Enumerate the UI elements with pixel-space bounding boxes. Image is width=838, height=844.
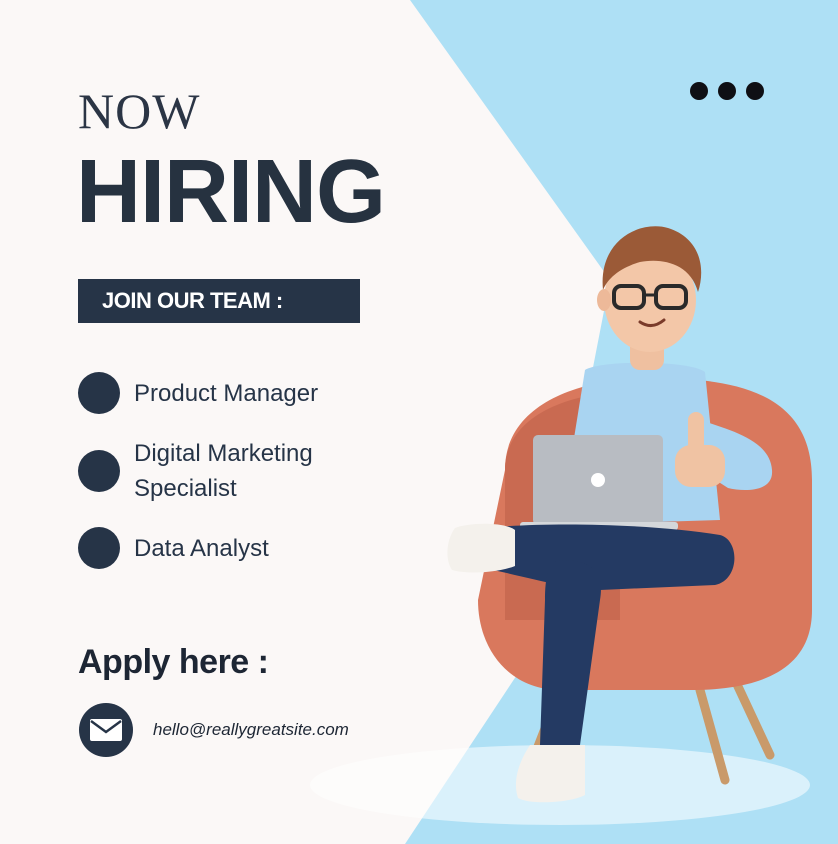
job-label: Digital Marketing Specialist <box>134 440 313 502</box>
dot <box>690 82 708 100</box>
bullet-circle-icon <box>78 527 120 569</box>
job-label: Data Analyst <box>134 534 269 562</box>
dot <box>718 82 736 100</box>
more-dots-icon[interactable] <box>690 82 764 100</box>
envelope-icon <box>79 703 133 757</box>
bullet-circle-icon <box>78 372 120 414</box>
headline-hiring: HIRING <box>76 142 386 242</box>
job-label: Product Manager <box>134 379 319 407</box>
job-item-data-analyst: Data Analyst <box>78 527 374 569</box>
envelope-glyph <box>90 719 122 741</box>
apply-heading: Apply here : <box>78 643 269 681</box>
join-team-banner: JOIN OUR TEAM : <box>78 279 360 323</box>
dot <box>746 82 764 100</box>
headline-now: NOW <box>78 83 201 139</box>
job-item-digital-marketing: Digital Marketing Specialist <box>78 436 374 506</box>
job-item-product-manager: Product Manager <box>78 372 374 414</box>
hiring-poster: NOW HIRING JOIN OUR TEAM : Product Manag… <box>0 0 838 844</box>
email-link[interactable]: hello@reallygreatsite.com <box>153 719 349 741</box>
bullet-circle-icon <box>78 450 120 492</box>
man-with-laptop-illustration <box>447 226 812 803</box>
